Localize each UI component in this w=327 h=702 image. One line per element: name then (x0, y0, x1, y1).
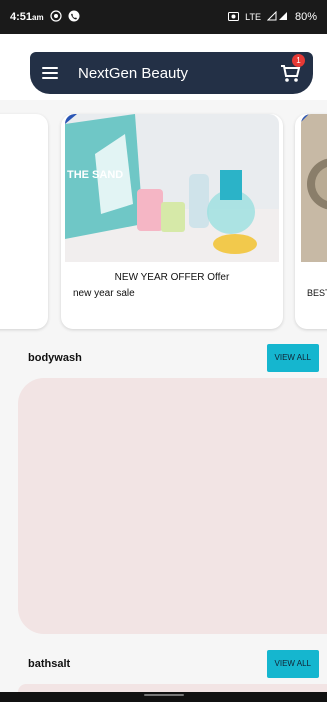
whatsapp-icon (49, 9, 62, 25)
view-all-button[interactable]: VIEW ALL (266, 650, 319, 678)
view-all-button[interactable]: VIEW ALL (266, 344, 319, 372)
battery-percent: 80% (294, 11, 317, 23)
app-bar: NextGen Beauty 1 (30, 52, 313, 94)
cart-badge: 1 (292, 54, 305, 67)
cart-button[interactable]: 1 (279, 54, 305, 84)
menu-icon[interactable] (42, 67, 58, 79)
section-header-bodywash: bodywash VIEW ALL (28, 344, 319, 372)
status-time: 4:51am (10, 11, 44, 23)
section-header-bathsalt: bathsalt VIEW ALL (28, 650, 319, 678)
app-title: NextGen Beauty (78, 64, 189, 82)
status-right: LTE 80% (228, 10, 317, 24)
box-text: THE SAND (67, 169, 123, 181)
screenshot-icon (228, 11, 240, 24)
status-bar: 4:51am LTE 80% (0, 0, 327, 34)
offer-carousel[interactable]: THE SAND NEW YEAR OFFER Offer new year s… (0, 100, 327, 335)
offer-next-label: BEST (307, 288, 327, 298)
phone-icon (68, 10, 80, 25)
offer-image: THE SAND (65, 114, 279, 262)
network-label: LTE (245, 12, 261, 22)
offer-subtitle: new year sale (73, 288, 135, 299)
section-title: bathsalt (28, 658, 71, 670)
signal-icon (266, 10, 289, 24)
offer-card-next[interactable]: BEST (295, 114, 327, 329)
offer-image-next (301, 114, 327, 262)
bathsalt-products-panel[interactable] (18, 684, 327, 692)
section-title: bodywash (28, 352, 82, 364)
offer-card[interactable]: THE SAND NEW YEAR OFFER Offer new year s… (61, 114, 283, 329)
system-nav-bar (0, 692, 327, 702)
offer-card-prev[interactable] (0, 114, 48, 329)
status-left: 4:51am (10, 9, 80, 25)
bodywash-products-panel[interactable] (18, 378, 327, 634)
status-ampm: am (32, 13, 44, 22)
offer-title: NEW YEAR OFFER Offer (114, 272, 230, 283)
home-indicator[interactable] (144, 694, 184, 696)
app-bar-container: NextGen Beauty 1 (0, 34, 327, 100)
